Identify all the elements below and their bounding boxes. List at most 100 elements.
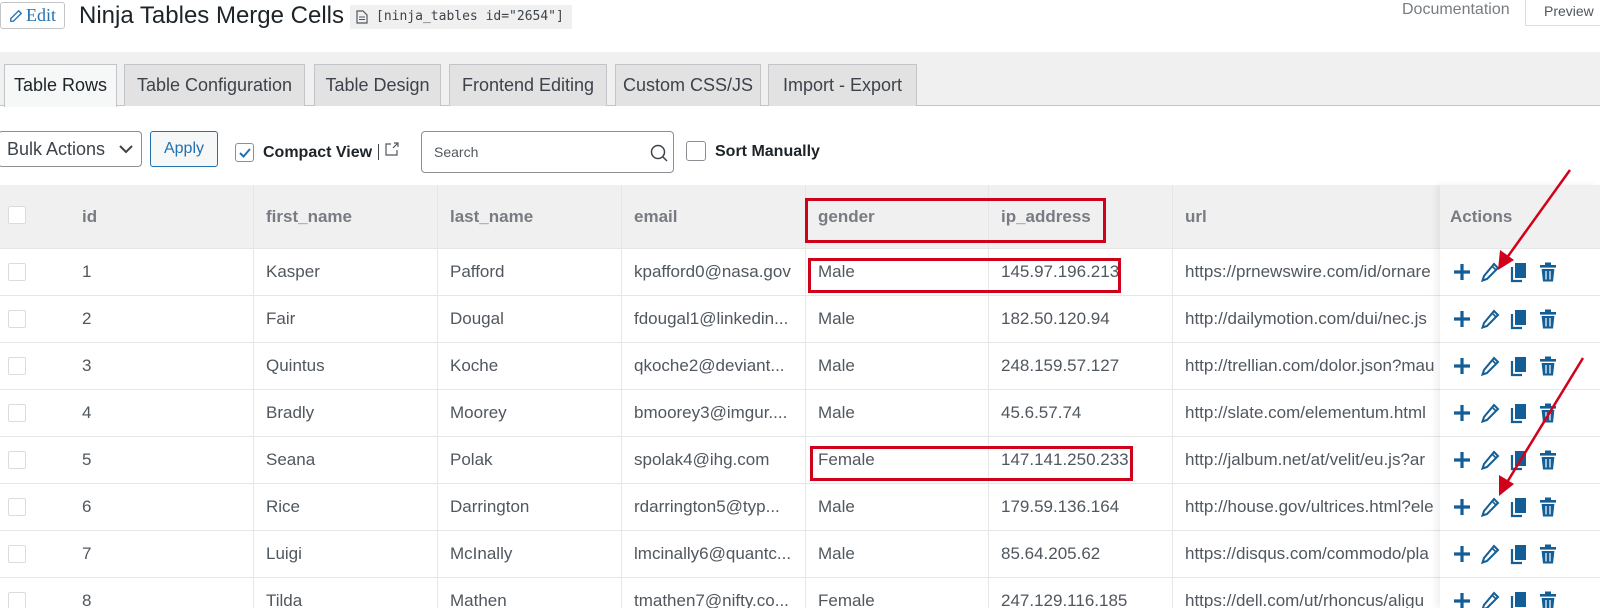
- pencil-icon[interactable]: [1480, 402, 1500, 424]
- cell-gender: Male: [818, 497, 855, 516]
- search-placeholder: Search: [434, 144, 479, 160]
- pencil-icon: [10, 9, 23, 22]
- cell-email: lmcinally6@quantc...: [634, 544, 792, 563]
- pencil-icon[interactable]: [1480, 355, 1500, 377]
- actions-row: [1440, 530, 1600, 577]
- cell-id: 2: [82, 309, 92, 328]
- table-row[interactable]: 3 Quintus Koche qkoche2@deviant... Male …: [0, 342, 1600, 389]
- pencil-icon[interactable]: [1480, 261, 1500, 283]
- actions-column: Actions: [1440, 185, 1600, 608]
- row-checkbox[interactable]: [8, 545, 26, 563]
- external-expand-icon[interactable]: [385, 142, 399, 156]
- compact-view-checkbox[interactable]: [235, 143, 254, 162]
- row-checkbox[interactable]: [8, 498, 26, 516]
- trash-icon[interactable]: [1538, 402, 1558, 424]
- actions-row: [1440, 483, 1600, 530]
- pencil-icon[interactable]: [1480, 308, 1500, 330]
- actions-row: [1440, 248, 1600, 295]
- tab-table-design[interactable]: Table Design: [314, 64, 441, 106]
- checkmark-icon: [239, 148, 251, 158]
- table-row[interactable]: 1 Kasper Pafford kpafford0@nasa.gov Male…: [0, 248, 1600, 295]
- pencil-icon[interactable]: [1480, 543, 1500, 565]
- trash-icon[interactable]: [1538, 590, 1558, 608]
- copy-icon[interactable]: [1508, 496, 1528, 518]
- trash-icon[interactable]: [1538, 308, 1558, 330]
- actions-row: [1440, 389, 1600, 436]
- row-checkbox[interactable]: [8, 404, 26, 422]
- cell-url: http://jalbum.net/at/velit/eu.js?ar: [1185, 450, 1426, 469]
- cell-last-name: Pafford: [450, 262, 505, 281]
- plus-icon[interactable]: [1452, 402, 1472, 424]
- copy-icon[interactable]: [1508, 449, 1528, 471]
- row-checkbox[interactable]: [8, 451, 26, 469]
- shortcode-text: [ninja_tables id="2654"]: [376, 9, 564, 24]
- cell-gender: Male: [818, 356, 855, 375]
- cell-id: 5: [82, 450, 92, 469]
- column-header-last-name[interactable]: last_name: [438, 185, 533, 248]
- cell-first-name: Bradly: [266, 403, 315, 422]
- copy-icon[interactable]: [1508, 590, 1528, 608]
- cell-ip-address: 247.129.116.185: [1001, 591, 1128, 608]
- apply-button[interactable]: Apply: [150, 131, 218, 167]
- plus-icon[interactable]: [1452, 590, 1472, 608]
- table-row[interactable]: 6 Rice Darrington rdarrington5@typ... Ma…: [0, 483, 1600, 530]
- table-row[interactable]: 2 Fair Dougal fdougal1@linkedin... Male …: [0, 295, 1600, 342]
- trash-icon[interactable]: [1538, 261, 1558, 283]
- table-row[interactable]: 4 Bradly Moorey bmoorey3@imgur.... Male …: [0, 389, 1600, 436]
- highlight-header-box: [805, 198, 1106, 243]
- plus-icon[interactable]: [1452, 543, 1472, 565]
- search-input[interactable]: Search: [421, 131, 674, 173]
- plus-icon[interactable]: [1452, 355, 1472, 377]
- preview-button[interactable]: Preview: [1525, 0, 1600, 26]
- chevron-down-icon: [119, 145, 133, 154]
- edit-button[interactable]: Edit: [0, 2, 65, 29]
- cell-first-name: Kasper: [266, 262, 320, 281]
- tab-import-export[interactable]: Import - Export: [768, 64, 917, 106]
- column-header-email[interactable]: email: [622, 185, 677, 248]
- documentation-link[interactable]: Documentation: [1402, 0, 1510, 20]
- column-header-id[interactable]: id: [70, 185, 97, 248]
- cell-last-name: Moorey: [450, 403, 507, 422]
- plus-icon[interactable]: [1452, 261, 1472, 283]
- row-checkbox[interactable]: [8, 310, 26, 328]
- page-title: Ninja Tables Merge Cells: [79, 2, 345, 29]
- table-row[interactable]: 8 Tilda Mathen tmathen7@nifty.co... Fema…: [0, 577, 1600, 608]
- row-checkbox[interactable]: [8, 263, 26, 281]
- copy-icon[interactable]: [1508, 355, 1528, 377]
- cell-ip-address: 248.159.57.127: [1001, 356, 1120, 375]
- tab-table-configuration[interactable]: Table Configuration: [124, 64, 305, 106]
- cell-id: 6: [82, 497, 92, 516]
- plus-icon[interactable]: [1452, 449, 1472, 471]
- cell-email: fdougal1@linkedin...: [634, 309, 789, 328]
- cell-id: 8: [82, 591, 92, 608]
- tab-frontend-editing[interactable]: Frontend Editing: [449, 64, 607, 106]
- column-header-url[interactable]: url: [1173, 185, 1207, 248]
- row-checkbox[interactable]: [8, 357, 26, 375]
- table-row[interactable]: 7 Luigi McInally lmcinally6@quantc... Ma…: [0, 530, 1600, 577]
- plus-icon[interactable]: [1452, 308, 1472, 330]
- sort-manually-checkbox[interactable]: [686, 141, 706, 161]
- trash-icon[interactable]: [1538, 355, 1558, 377]
- column-header-first-name[interactable]: first_name: [254, 185, 352, 248]
- tab-table-rows[interactable]: Table Rows: [4, 64, 117, 107]
- trash-icon[interactable]: [1538, 496, 1558, 518]
- trash-icon[interactable]: [1538, 449, 1558, 471]
- copy-icon[interactable]: [1508, 402, 1528, 424]
- trash-icon[interactable]: [1538, 543, 1558, 565]
- row-checkbox[interactable]: [8, 592, 26, 608]
- bulk-actions-select[interactable]: Bulk Actions: [0, 131, 142, 167]
- plus-icon[interactable]: [1452, 496, 1472, 518]
- shortcode-box[interactable]: [ninja_tables id="2654"]: [350, 5, 572, 29]
- actions-row: [1440, 342, 1600, 389]
- copy-icon[interactable]: [1508, 308, 1528, 330]
- table-row[interactable]: 5 Seana Polak spolak4@ihg.com Female 147…: [0, 436, 1600, 483]
- pencil-icon[interactable]: [1480, 590, 1500, 608]
- tab-custom-css-js[interactable]: Custom CSS/JS: [615, 64, 761, 106]
- copy-icon[interactable]: [1508, 261, 1528, 283]
- highlight-row5-box: [810, 446, 1133, 481]
- pencil-icon[interactable]: [1480, 449, 1500, 471]
- copy-icon[interactable]: [1508, 543, 1528, 565]
- cell-last-name: Darrington: [450, 497, 530, 516]
- pencil-icon[interactable]: [1480, 496, 1500, 518]
- select-all-checkbox[interactable]: [8, 206, 26, 224]
